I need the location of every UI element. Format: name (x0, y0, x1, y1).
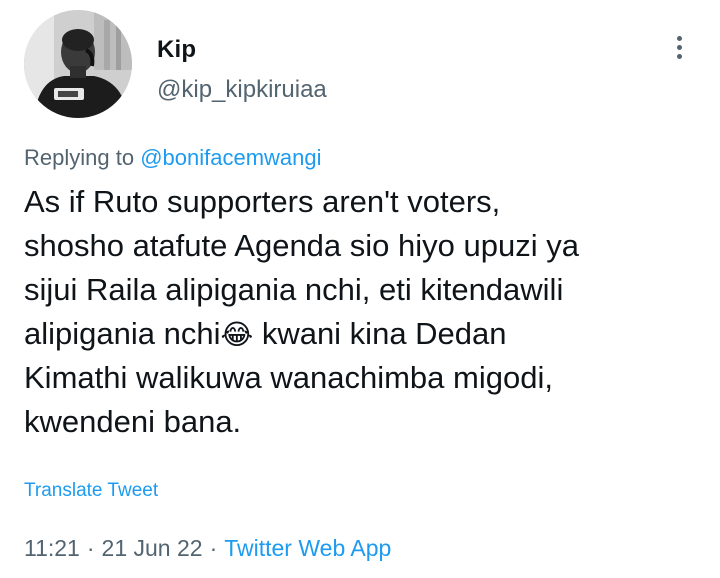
tweet-line: As if Ruto supporters aren't voters, (24, 184, 501, 219)
author-handle[interactable]: @kip_kipkiruiaa (157, 76, 327, 104)
more-dot (676, 44, 682, 50)
more-dot (676, 35, 682, 41)
tweet-line-part: kwani kina Dedan (253, 316, 507, 351)
tweet-time[interactable]: 11:21 (24, 535, 80, 561)
reply-context: Replying to @bonifacemwangi (24, 145, 322, 171)
more-vertical-icon[interactable] (664, 30, 694, 64)
tweet-line-part: alipigania nchi (24, 316, 221, 351)
tears-of-joy-emoji: 😂 (220, 319, 254, 350)
tweet-line: kwendeni bana. (24, 404, 242, 439)
tweet-line: shosho atafute Agenda sio hiyo upuzi ya (24, 228, 579, 263)
meta-separator: · (209, 535, 218, 561)
avatar-photo (24, 10, 132, 118)
tweet-text: As if Ruto supporters aren't voters, sho… (24, 180, 704, 444)
tweet-line: sijui Raila alipigania nchi, eti kitenda… (24, 272, 564, 307)
tweet-line: Kimathi walikuwa wanachimba migodi, (24, 360, 553, 395)
replying-to-mention[interactable]: @bonifacemwangi (140, 145, 321, 170)
meta-separator: · (86, 535, 95, 561)
tweet-date[interactable]: 21 Jun 22 (102, 535, 203, 561)
tweet-line-with-emoji: alipigania nchi😂 kwani kina Dedan (24, 312, 704, 356)
translate-tweet-link[interactable]: Translate Tweet (24, 480, 158, 502)
author-display-name[interactable]: Kip (157, 36, 196, 64)
tweet-source-link[interactable]: Twitter Web App (224, 535, 391, 561)
replying-to-label: Replying to (24, 145, 135, 170)
avatar[interactable] (24, 10, 132, 118)
tweet-metadata: 11:21 · 21 Jun 22 · Twitter Web App (24, 535, 391, 562)
more-dot (676, 53, 682, 59)
